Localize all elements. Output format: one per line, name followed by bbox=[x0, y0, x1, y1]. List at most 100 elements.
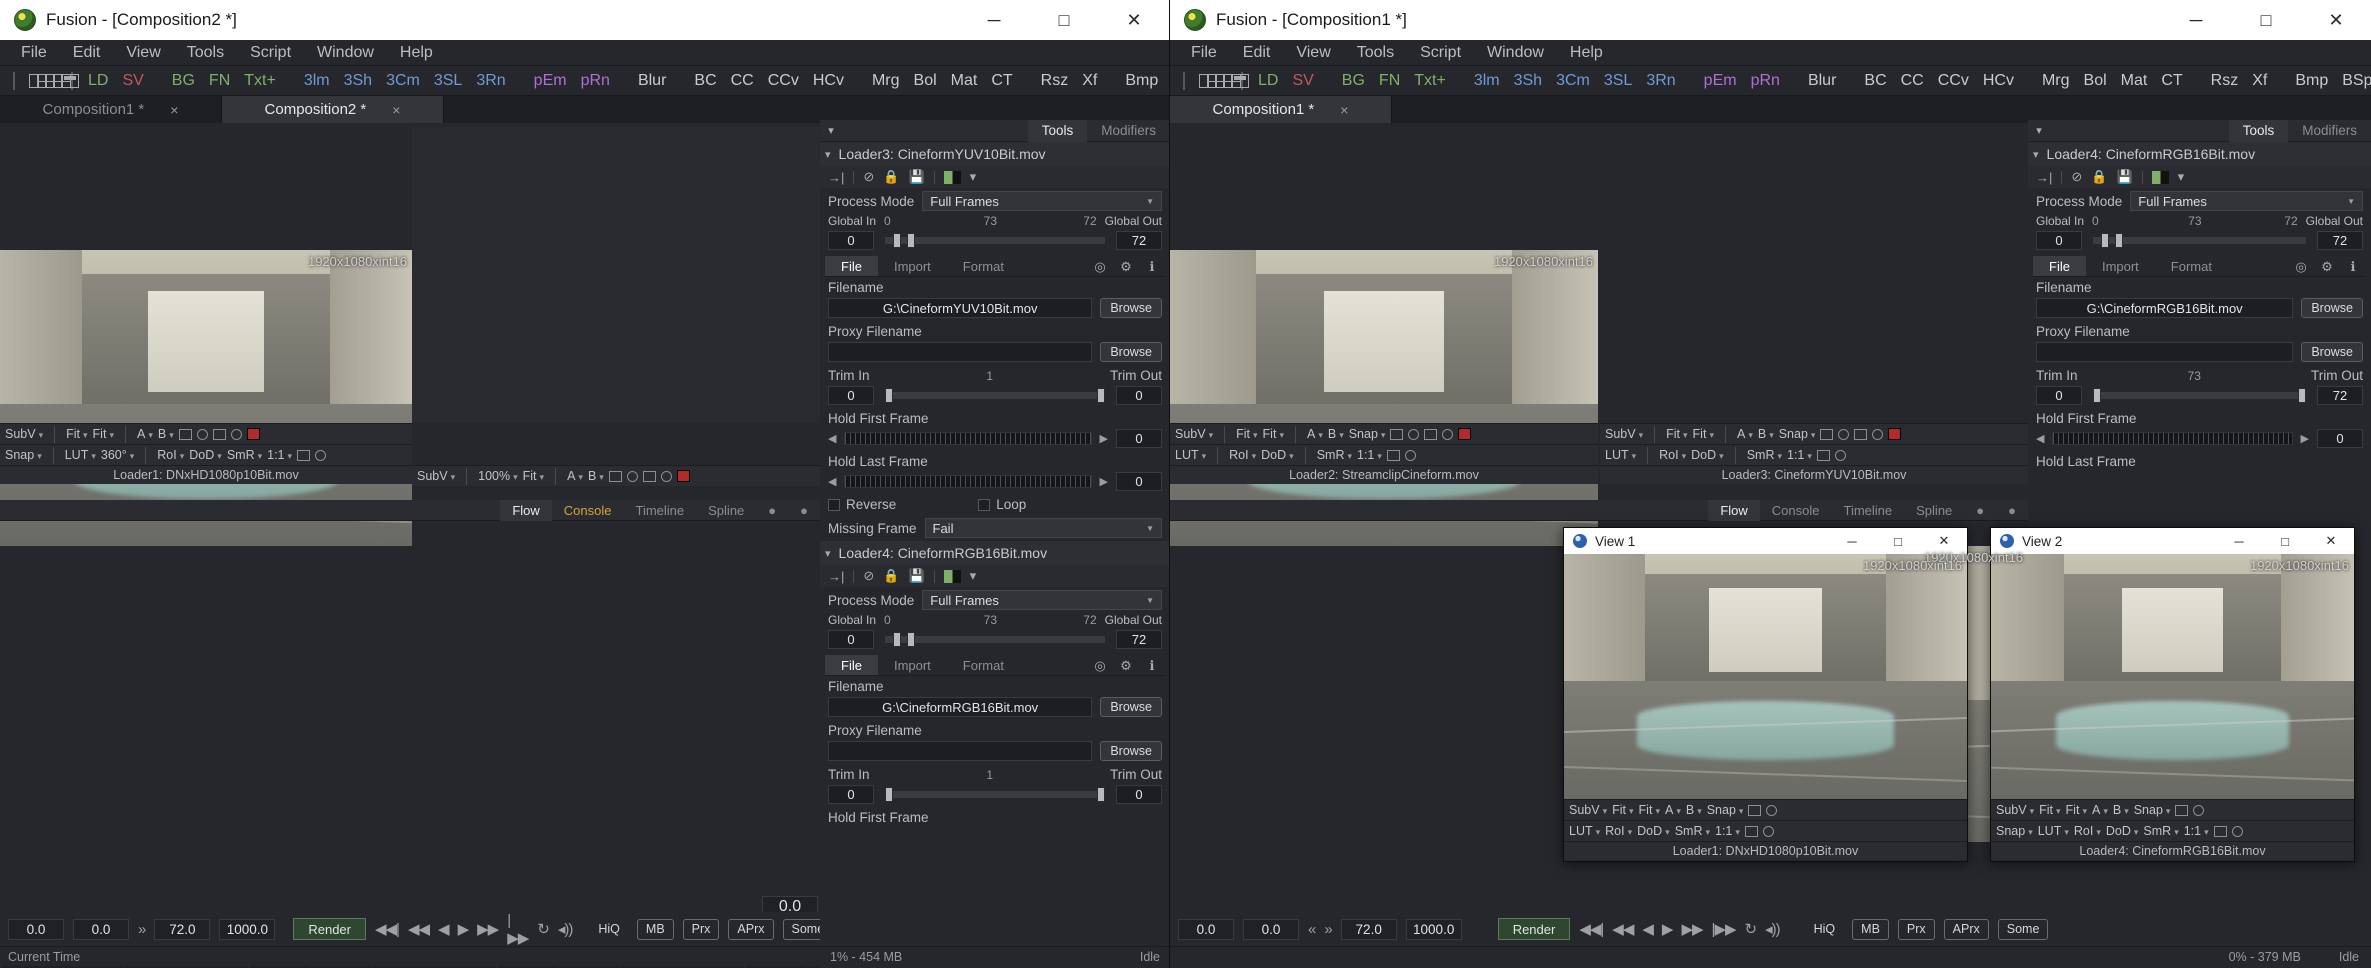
hold-last-frame-slider[interactable] bbox=[844, 475, 1092, 488]
viewer-sq-icon[interactable] bbox=[2213, 825, 2227, 837]
viewer-ctrl-subv[interactable]: SubV bbox=[1175, 427, 1213, 441]
viewer-ctrl-dod[interactable]: DoD bbox=[2106, 824, 2139, 838]
pin-icon[interactable]: →| bbox=[828, 170, 844, 185]
option-mb[interactable]: MB bbox=[636, 918, 674, 940]
viewer-ctrl-b[interactable]: B bbox=[2113, 803, 2129, 817]
viewer-ctrl-subv[interactable]: SubV bbox=[1996, 803, 2034, 817]
tool-button-txt[interactable]: Txt+ bbox=[238, 72, 282, 90]
viewer-ctrl-11[interactable]: 1:1 bbox=[2184, 824, 2209, 838]
viewer-ctrl-b[interactable]: B bbox=[1758, 427, 1774, 441]
menu-item-view[interactable]: View bbox=[1283, 41, 1343, 65]
filename-input[interactable]: G:\CineformRGB16Bit.mov bbox=[828, 697, 1093, 717]
process-mode-select[interactable]: Full Frames bbox=[922, 191, 1162, 211]
menu-item-file[interactable]: File bbox=[1178, 41, 1230, 65]
browse-filename-button[interactable]: Browse bbox=[1100, 697, 1162, 717]
viewer-ctrl-360[interactable]: 360° bbox=[101, 448, 134, 462]
transport-field[interactable]: 0.0 bbox=[1178, 918, 1234, 940]
transport-field[interactable]: 1000.0 bbox=[219, 918, 276, 940]
viewer-cir-icon[interactable] bbox=[196, 428, 208, 440]
toolbar-win2[interactable]: LD SV BG FN Txt+ 3lm 3Sh 3Cm 3SL 3Rn pEm pRn Blur BC C… bbox=[1170, 66, 2371, 96]
gear-icon[interactable]: ⚙ bbox=[1113, 256, 1139, 276]
viewer-sq-icon[interactable] bbox=[1816, 449, 1830, 461]
global-out-value[interactable]: 72 bbox=[1116, 231, 1162, 250]
increment-icon[interactable]: ▶ bbox=[1100, 432, 1108, 445]
subtab-file[interactable]: File bbox=[825, 655, 878, 675]
disable-icon[interactable]: ⊘ bbox=[863, 169, 874, 185]
viewer-sq-icon[interactable] bbox=[297, 449, 311, 461]
viewer-cir-icon[interactable] bbox=[626, 470, 638, 482]
viewer-b-controls-row1[interactable]: SubV Fit Fit AB Snap bbox=[1600, 423, 2028, 444]
viewer-cir-icon[interactable] bbox=[2231, 825, 2243, 837]
float-window-controls[interactable]: ─ □ ✕ bbox=[2216, 528, 2354, 554]
viewer-ctrl-b[interactable]: B bbox=[158, 427, 174, 441]
composition-tab[interactable]: Composition1 * × bbox=[0, 96, 222, 123]
inspector-node[interactable]: ▾ Loader4: CineformRGB16Bit.mov →| ⊘ 🔒 💾 ▾ Proc… bbox=[820, 541, 1169, 825]
viewer-ctrl-fit[interactable]: Fit bbox=[1693, 427, 1714, 441]
loop-checkbox[interactable] bbox=[978, 498, 991, 511]
color-swatch-icon[interactable] bbox=[943, 170, 961, 184]
browse-proxy-button[interactable]: Browse bbox=[1100, 342, 1162, 362]
option-prx[interactable]: Prx bbox=[682, 918, 720, 940]
play-icon[interactable]: ▶ bbox=[1662, 920, 1674, 938]
target-icon[interactable]: ◎ bbox=[2288, 256, 2314, 276]
viewer-cir-icon[interactable] bbox=[230, 428, 242, 440]
viewer-ctrl-lut[interactable]: LUT bbox=[2038, 824, 2069, 838]
viewer-ctrl-100[interactable]: 100% bbox=[478, 469, 518, 483]
viewer-sq-icon[interactable] bbox=[1854, 428, 1868, 440]
viewer-ctrl-a[interactable]: A bbox=[2092, 803, 2108, 817]
subtab-import[interactable]: Import bbox=[2086, 256, 2155, 276]
fast-forward-icon[interactable]: ▶▶ bbox=[477, 920, 499, 938]
viewer-ctrl-dod[interactable]: DoD bbox=[1691, 448, 1724, 462]
viewer-sq-icon[interactable] bbox=[608, 470, 622, 482]
tool-button-mat[interactable]: Mat bbox=[945, 72, 984, 90]
composition-tab[interactable]: Composition1 * × bbox=[1170, 96, 1392, 123]
flow-tabbar-win1[interactable]: Flow Console Timeline Spline ● ● bbox=[0, 499, 820, 521]
option-some[interactable]: Some bbox=[1997, 918, 2049, 940]
info-icon[interactable]: ℹ bbox=[2340, 256, 2366, 276]
transport-field[interactable]: 0.0 bbox=[1243, 918, 1299, 940]
window-controls[interactable]: ─ □ ✕ bbox=[959, 0, 1169, 40]
info-icon[interactable]: ℹ bbox=[1139, 655, 1165, 675]
browse-proxy-button[interactable]: Browse bbox=[1100, 741, 1162, 761]
flow-tab-console[interactable]: Console bbox=[552, 500, 624, 521]
reverse-checkbox[interactable] bbox=[828, 498, 840, 511]
process-mode-select[interactable]: Full Frames bbox=[922, 590, 1162, 610]
tool-button-bmp[interactable]: Bmp bbox=[2289, 72, 2334, 90]
tool-button-pem[interactable]: pEm bbox=[528, 72, 573, 90]
tool-button-hcv[interactable]: HCv bbox=[807, 72, 850, 90]
viewer-ctrl-b[interactable]: B bbox=[1686, 803, 1702, 817]
float-titlebar[interactable]: View 1 ─ □ ✕ bbox=[1564, 528, 1967, 554]
option-aprx[interactable]: APrx bbox=[728, 918, 774, 940]
info-icon[interactable]: ● bbox=[756, 500, 788, 521]
step-back-icon[interactable]: « bbox=[1308, 921, 1316, 938]
viewer-ctrl-fit[interactable]: Fit bbox=[1236, 427, 1257, 441]
trim-in-value[interactable]: 0 bbox=[828, 386, 874, 405]
inspector-tabs-win2[interactable]: ▾ Tools Modifiers bbox=[2028, 120, 2371, 142]
viewer-ctrl-lut[interactable]: LUT bbox=[1175, 448, 1206, 462]
filename-input[interactable]: G:\CineformRGB16Bit.mov bbox=[2036, 298, 2294, 318]
viewer-ctrl-smr[interactable]: SmR bbox=[1675, 824, 1710, 838]
menu-item-file[interactable]: File bbox=[8, 41, 60, 65]
tool-button-3sl[interactable]: 3SL bbox=[428, 72, 468, 90]
flow-tab-flow[interactable]: Flow bbox=[1708, 499, 1760, 521]
tool-button-hcv[interactable]: HCv bbox=[1977, 72, 2020, 90]
tool-button-ld[interactable]: LD bbox=[1252, 72, 1284, 90]
global-out-value[interactable]: 72 bbox=[1116, 630, 1162, 649]
transport-field[interactable]: 1000.0 bbox=[1405, 918, 1462, 940]
trim-range-slider[interactable] bbox=[885, 388, 1105, 403]
viewer-ctrl-11[interactable]: 1:1 bbox=[1787, 448, 1812, 462]
float-titlebar[interactable]: View 2 ─ □ ✕ bbox=[1991, 528, 2354, 554]
viewer-cir-icon[interactable] bbox=[660, 470, 672, 482]
tool-button-xf[interactable]: Xf bbox=[1076, 72, 1103, 90]
viewer-ctrl-roi[interactable]: RoI bbox=[157, 448, 184, 462]
viewer-ctrl-fit[interactable]: Fit bbox=[1612, 803, 1633, 817]
tool-button-xf[interactable]: Xf bbox=[2246, 72, 2273, 90]
viewer-ctrl-a[interactable]: A bbox=[1665, 803, 1681, 817]
browse-filename-button[interactable]: Browse bbox=[2301, 298, 2363, 318]
decrement-icon[interactable]: ◀ bbox=[828, 475, 836, 488]
global-range-slider[interactable] bbox=[885, 233, 1105, 248]
viewer-ctrl-lut[interactable]: LUT bbox=[1605, 448, 1636, 462]
tool-button-cc[interactable]: CC bbox=[1895, 72, 1930, 90]
viewer-ctrl-fit[interactable]: Fit bbox=[1666, 427, 1687, 441]
menu-item-tools[interactable]: Tools bbox=[174, 41, 237, 65]
